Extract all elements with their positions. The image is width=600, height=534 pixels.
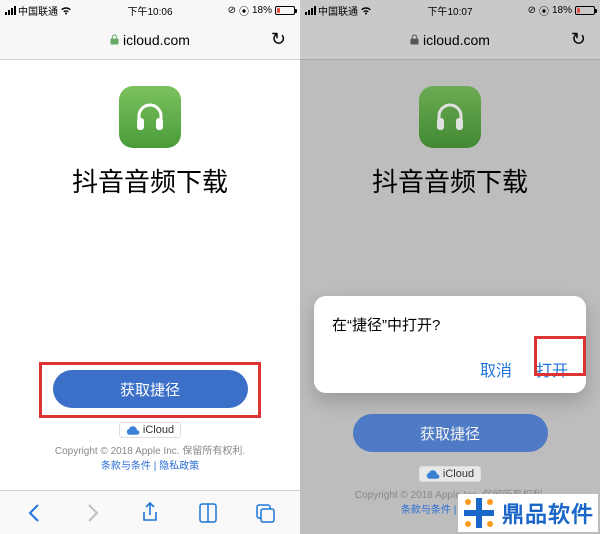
back-icon[interactable] (24, 502, 46, 524)
battery-pct: 18% (252, 5, 272, 16)
safari-toolbar (0, 490, 300, 534)
wifi-icon (60, 6, 72, 15)
status-time: 下午10:06 (127, 3, 172, 18)
cloud-icon (426, 470, 440, 479)
alarm-icon: ⦿ (239, 3, 249, 18)
app-icon (119, 86, 181, 148)
page-title: 抖音音频下载 (372, 162, 528, 199)
watermark: 鼎品软件 (458, 494, 598, 532)
forward-icon[interactable] (81, 502, 103, 524)
privacy-link[interactable]: 隐私政策 (159, 461, 199, 472)
page-title: 抖音音频下载 (72, 162, 228, 199)
battery-icon (275, 6, 295, 15)
screenshot-left: 中国联通 下午10:06 ⊘ ⦿ 18% icloud.com ↻ (0, 0, 300, 534)
url-host: icloud.com (423, 32, 490, 48)
battery-icon (575, 6, 595, 15)
alert-cancel-button[interactable]: 取消 (480, 357, 512, 381)
get-shortcut-button[interactable]: 获取捷径 (53, 370, 248, 408)
get-shortcut-button[interactable]: 获取捷径 (353, 414, 548, 452)
url-bar[interactable]: icloud.com ↻ (0, 20, 300, 60)
cloud-icon (126, 426, 140, 435)
alert-open-button[interactable]: 打开 (536, 357, 568, 381)
screenshot-right: 中国联通 下午10:07 ⊘ ⦿ 18% icloud.com ↻ (300, 0, 600, 534)
headphones-icon (131, 98, 169, 136)
signal-icon (5, 6, 16, 15)
carrier-label: 中国联通 (18, 3, 58, 18)
page-content: 抖音音频下载 获取捷径 iCloud Copyright © 2018 Appl… (300, 60, 600, 534)
lock-icon (110, 34, 119, 45)
status-time: 下午10:07 (427, 3, 472, 18)
icloud-badge: iCloud (419, 466, 481, 482)
copyright: Copyright © 2018 Apple Inc. 保留所有权利. (55, 446, 245, 457)
status-bar: 中国联通 下午10:06 ⊘ ⦿ 18% (0, 0, 300, 20)
terms-link[interactable]: 条款与条件 (101, 461, 151, 472)
orientation-lock-icon: ⊘ (228, 5, 236, 16)
open-in-app-alert: 在“捷径”中打开? 取消 打开 (314, 296, 586, 393)
status-bar: 中国联通 下午10:07 ⊘ ⦿ 18% (300, 0, 600, 20)
headphones-icon (431, 98, 469, 136)
refresh-icon[interactable]: ↻ (271, 29, 286, 50)
battery-pct: 18% (552, 5, 572, 16)
refresh-icon[interactable]: ↻ (571, 29, 586, 50)
alarm-icon: ⦿ (539, 3, 549, 18)
watermark-logo-icon (462, 496, 496, 530)
wifi-icon (360, 6, 372, 15)
app-icon (419, 86, 481, 148)
url-bar[interactable]: icloud.com ↻ (300, 20, 600, 60)
page-content: 抖音音频下载 获取捷径 iCloud Copyright © 2018 Appl… (0, 60, 300, 490)
terms-link[interactable]: 条款与条件 (401, 505, 451, 516)
alert-message: 在“捷径”中打开? (332, 314, 568, 335)
share-icon[interactable] (139, 502, 161, 524)
lock-icon (410, 34, 419, 45)
orientation-lock-icon: ⊘ (528, 5, 536, 16)
footer: iCloud Copyright © 2018 Apple Inc. 保留所有权… (0, 422, 300, 472)
carrier-label: 中国联通 (318, 3, 358, 18)
signal-icon (305, 6, 316, 15)
watermark-text: 鼎品软件 (502, 497, 594, 529)
bookmarks-icon[interactable] (197, 502, 219, 524)
url-host: icloud.com (123, 32, 190, 48)
tabs-icon[interactable] (254, 502, 276, 524)
icloud-badge: iCloud (119, 422, 181, 438)
